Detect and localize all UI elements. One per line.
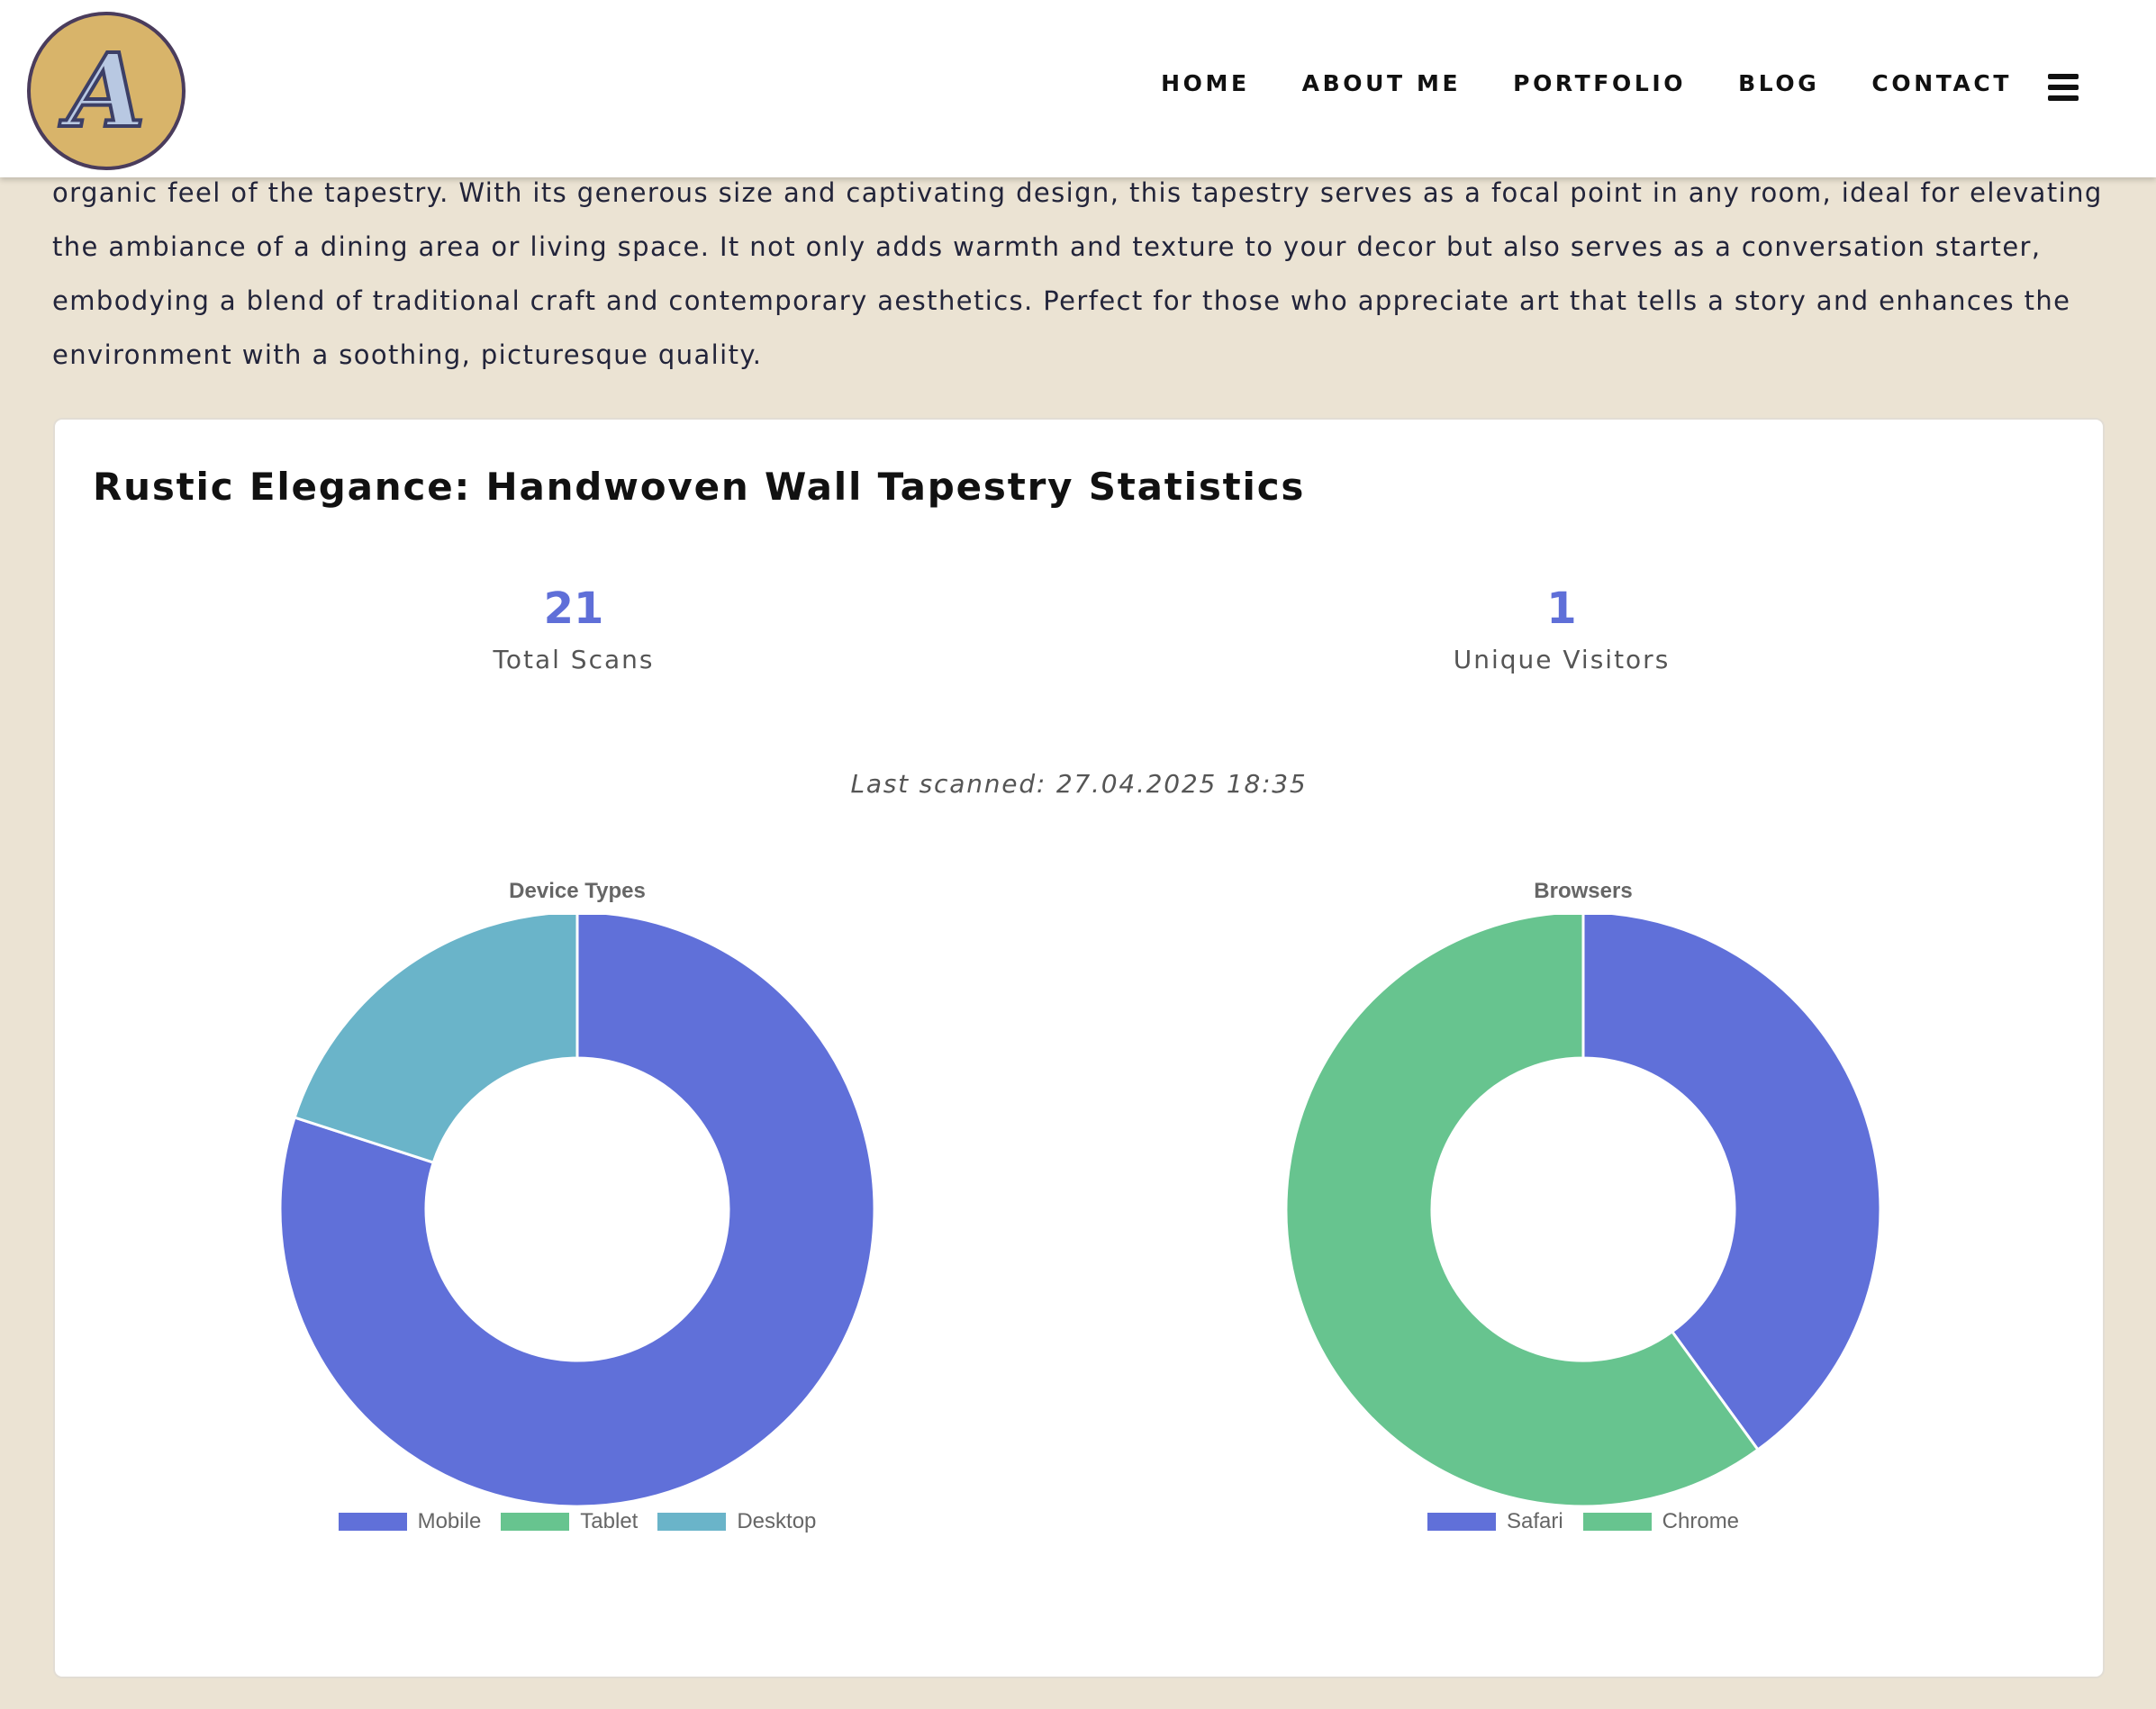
unique-visitors-stat: 1 Unique Visitors	[1291, 582, 1832, 674]
chart-title: Browsers	[1534, 879, 1633, 903]
legend-item-safari[interactable]: Safari	[1427, 1509, 1563, 1534]
legend-swatch	[338, 1513, 407, 1531]
chart-title: Device Types	[509, 879, 646, 903]
unique-visitors-label: Unique Visitors	[1453, 645, 1671, 674]
site-logo[interactable]: A	[27, 12, 186, 170]
legend-swatch	[1582, 1513, 1652, 1531]
total-scans-stat: 21 Total Scans	[303, 582, 844, 674]
nav-blog-link[interactable]: BLOG	[1738, 70, 1819, 97]
nav-contact-link[interactable]: CONTACT	[1871, 70, 2012, 97]
description-paragraph: organic feel of the tapestry. With its g…	[52, 177, 2103, 370]
legend-item-desktop[interactable]: Desktop	[657, 1509, 816, 1534]
legend-swatch	[501, 1513, 570, 1531]
legend-label: Safari	[1506, 1509, 1563, 1533]
nav-home-link[interactable]: HOME	[1161, 70, 1250, 97]
legend-swatch	[1427, 1513, 1496, 1531]
browsers-doughnut	[1284, 915, 1882, 1508]
legend-label: Mobile	[417, 1509, 482, 1533]
slice-desktop[interactable]	[293, 915, 579, 1164]
device-types-doughnut	[278, 915, 876, 1508]
legend-label: Desktop	[737, 1509, 817, 1533]
device-types-legend: Mobile Tablet Desktop	[253, 1509, 901, 1534]
statistics-card: Rustic Elegance: Handwoven Wall Tapestry…	[53, 418, 2105, 1678]
last-scanned-text: Last scanned: 27.04.2025 18:35	[850, 769, 1308, 799]
browsers-legend: Safari Chrome	[1259, 1509, 1907, 1534]
logo-letter: A	[66, 31, 148, 152]
legend-item-tablet[interactable]: Tablet	[501, 1509, 638, 1534]
legend-label: Tablet	[580, 1509, 639, 1533]
total-scans-value: 21	[543, 583, 604, 634]
hamburger-menu-icon[interactable]	[2048, 74, 2079, 101]
legend-label: Chrome	[1662, 1509, 1740, 1533]
site-header: A HOME ABOUT ME PORTFOLIO BLOG CONTACT	[0, 0, 2156, 177]
browsers-chart: Browsers Safari Chrome	[1259, 879, 1907, 1599]
nav-portfolio-link[interactable]: PORTFOLIO	[1513, 70, 1686, 97]
main-nav: HOME ABOUT ME PORTFOLIO BLOG CONTACT	[1161, 70, 2012, 97]
unique-visitors-value: 1	[1546, 583, 1577, 634]
device-types-chart: Device Types Mobile Tablet Desktop	[253, 879, 901, 1599]
legend-item-chrome[interactable]: Chrome	[1582, 1509, 1740, 1534]
total-scans-label: Total Scans	[493, 645, 655, 674]
legend-item-mobile[interactable]: Mobile	[338, 1509, 482, 1534]
nav-about-link[interactable]: ABOUT ME	[1302, 70, 1461, 97]
statistics-title: Rustic Elegance: Handwoven Wall Tapestry…	[93, 465, 1306, 509]
legend-swatch	[657, 1513, 727, 1531]
